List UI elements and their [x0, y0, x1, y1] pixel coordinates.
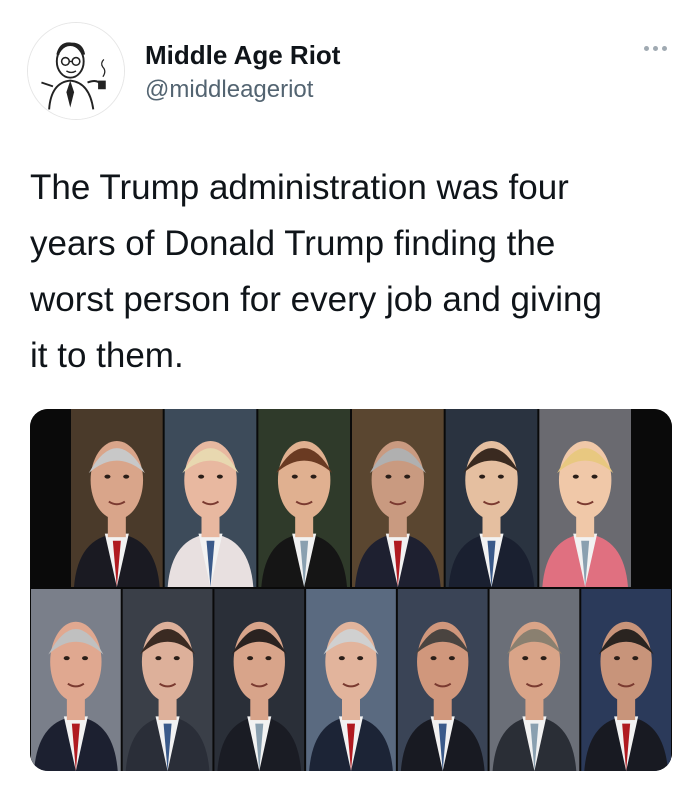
portrait: [214, 589, 305, 771]
photo-collage: [30, 409, 672, 771]
portrait: [122, 589, 213, 771]
dot: [661, 45, 667, 51]
author-handle[interactable]: @middleageriot: [145, 76, 313, 104]
tweet-text: The Trump administration was four years …: [30, 168, 602, 375]
portrait: [489, 589, 580, 771]
portrait: [71, 409, 163, 587]
portrait: [31, 589, 121, 771]
portrait: [539, 409, 631, 587]
profile-avatar[interactable]: [27, 22, 125, 120]
author-display-name[interactable]: Middle Age Riot: [145, 40, 340, 71]
portrait: [352, 409, 444, 587]
dot: [652, 45, 658, 51]
cartoon-man-avatar-icon: [28, 23, 124, 119]
tweet-media-image[interactable]: [30, 409, 672, 771]
portrait: [306, 589, 396, 771]
portrait: [258, 409, 350, 587]
dot: [643, 45, 649, 51]
tweet-header: Middle Age Riot @middleageriot: [0, 0, 700, 130]
more-dots-icon[interactable]: [637, 38, 673, 58]
portrait: [164, 409, 257, 587]
portrait: [397, 589, 488, 771]
portrait: [581, 589, 671, 771]
portrait: [445, 409, 538, 587]
